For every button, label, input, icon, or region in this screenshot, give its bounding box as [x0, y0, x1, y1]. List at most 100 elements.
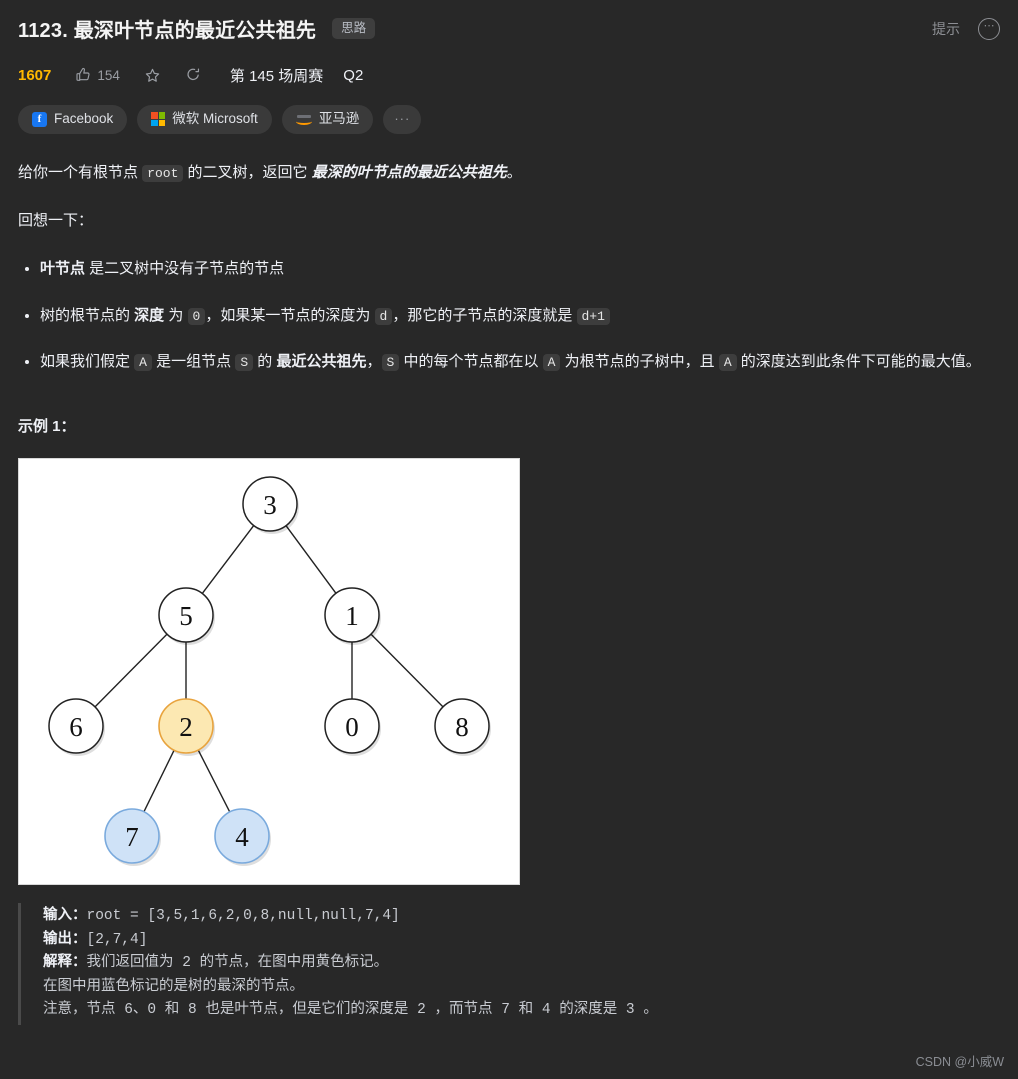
tree-node: 2 [158, 698, 215, 757]
tree-node-label: 6 [69, 712, 83, 742]
tree-node-label: 7 [125, 822, 139, 852]
example-io-block: 输入：root = [3,5,1,6,2,0,8,null,null,7,4] … [18, 903, 1000, 1025]
company-tag-label: Facebook [54, 111, 114, 126]
bullet-bold: 深度 [134, 306, 165, 324]
inline-code-s: S [235, 353, 254, 371]
like-button[interactable]: 154 [75, 67, 120, 83]
title-actions: 提示 ⋯ [932, 17, 1000, 40]
explain-line-2: 注意，节点 6、0 和 8 也是叶节点，但是它们的深度是 2 ，而节点 7 和 … [43, 1002, 658, 1019]
description-bullets: 叶节点 是二叉树中没有子节点的节点 树的根节点的 深度 为 0，如果某一节点的深… [18, 256, 1000, 375]
tree-node: 7 [104, 808, 161, 867]
inline-code-d: d [374, 307, 393, 325]
tree-node: 5 [158, 587, 215, 646]
microsoft-icon [151, 112, 166, 127]
like-count: 154 [97, 67, 120, 83]
inline-code-root: root [142, 164, 184, 182]
tree-node-label: 4 [235, 822, 249, 852]
bullet-text: ，那它的子节点的深度就是 [392, 306, 577, 324]
company-tag-label: 亚马逊 [318, 111, 360, 126]
bullet-text: ，如果某一节点的深度为 [205, 306, 375, 324]
company-tags-more-button[interactable]: ··· [383, 105, 422, 134]
bullet-text: 为 [164, 306, 188, 324]
tree-edge [143, 750, 175, 813]
tree-node: 3 [242, 476, 299, 535]
bullet-text: 的深度达到此条件下可能的最大值。 [736, 352, 981, 370]
tree-svg: 3 5 1 6 2 0 8 7 4 [48, 476, 491, 867]
share-icon [185, 67, 202, 84]
company-tag-facebook[interactable]: f Facebook [18, 105, 128, 134]
explain-label: 解释： [43, 955, 87, 972]
input-label: 输入： [43, 908, 87, 925]
tree-edge [370, 633, 444, 708]
amazon-icon [295, 112, 312, 126]
bullet-text: 如果我们假定 [40, 352, 135, 370]
facebook-icon: f [32, 111, 47, 127]
bullet-text: 中的每个节点都在以 [399, 352, 543, 370]
tree-edge [201, 525, 255, 595]
tree-node-label: 3 [263, 490, 277, 520]
title-row: 1123. 最深叶节点的最近公共祖先 思路 提示 ⋯ [18, 0, 1000, 43]
tree-node-label: 1 [345, 601, 359, 631]
inline-code-a: A [134, 353, 152, 371]
company-tag-amazon[interactable]: 亚马逊 [281, 105, 374, 134]
explain-line-0: 我们返回值为 2 的节点，在图中用黄色标记。 [86, 955, 389, 972]
bullet-text: 的 [253, 352, 277, 370]
example-input-line: 输入：root = [3,5,1,6,2,0,8,null,null,7,4] [43, 905, 1000, 928]
share-button[interactable] [185, 67, 202, 84]
star-icon [144, 67, 161, 84]
binary-tree-diagram: 3 5 1 6 2 0 8 7 4 [18, 458, 520, 886]
bullet-bold: 最近公共祖先 [276, 352, 367, 370]
bullet-text: 为根节点的子树中，且 [560, 352, 719, 370]
intro-emphasis: 最深的叶节点的最近公共祖先 [311, 163, 507, 181]
tree-edge [197, 749, 231, 813]
explain-line-1: 在图中用蓝色标记的是树的最深的节点。 [43, 978, 304, 995]
intro-mid: 的二叉树，返回它 [183, 163, 312, 181]
company-tag-label: 微软 Microsoft [172, 111, 258, 126]
problem-page: 1123. 最深叶节点的最近公共祖先 思路 提示 ⋯ 1607 154 第 14… [0, 0, 1018, 1025]
page-title: 1123. 最深叶节点的最近公共祖先 [18, 20, 317, 42]
inline-code-zero: 0 [187, 307, 206, 325]
company-tag-microsoft[interactable]: 微软 Microsoft [137, 105, 272, 134]
inline-code-d-plus-1: d+1 [576, 307, 610, 325]
tree-node-label: 2 [179, 712, 193, 742]
contest-link[interactable]: 第 145 场周赛 [230, 65, 323, 86]
bullet-lca: 如果我们假定 A 是一组节点 S 的 最近公共祖先，S 中的每个节点都在以 A … [40, 349, 1000, 375]
favorite-button[interactable] [144, 67, 161, 84]
bullet-leaf-node: 叶节点 是二叉树中没有子节点的节点 [40, 256, 1000, 282]
watermark: CSDN @小威W [915, 1055, 1004, 1069]
bullet-text: ， [366, 352, 382, 370]
example-explain-line: 在图中用蓝色标记的是树的最深的节点。 [43, 976, 1000, 999]
idea-badge[interactable]: 思路 [332, 18, 376, 39]
output-value: [2,7,4] [86, 931, 148, 948]
bullet-bold: 叶节点 [40, 260, 86, 278]
example-title: 示例 1： [18, 418, 76, 436]
inline-code-a: A [718, 353, 737, 371]
example-explain-line: 解释：我们返回值为 2 的节点，在图中用黄色标记。 [43, 952, 1000, 975]
intro-prefix: 给你一个有根节点 [18, 163, 143, 181]
bullet-depth: 树的根节点的 深度 为 0，如果某一节点的深度为 d，那它的子节点的深度就是 d… [40, 303, 1000, 329]
tree-node: 6 [48, 698, 105, 757]
tree-edge [94, 633, 168, 708]
output-label: 输出： [43, 931, 87, 948]
example-output-line: 输出：[2,7,4] [43, 929, 1000, 952]
question-label: Q2 [343, 66, 364, 84]
ellipsis-circle-icon[interactable]: ⋯ [978, 17, 1000, 40]
tree-node: 1 [324, 587, 381, 646]
example-explain-line: 注意，节点 6、0 和 8 也是叶节点，但是它们的深度是 2 ，而节点 7 和 … [43, 999, 1000, 1022]
inline-code-s: S [381, 353, 400, 371]
bullet-text: 是二叉树中没有子节点的节点 [85, 260, 285, 278]
tree-node: 4 [214, 808, 271, 867]
thumbs-up-icon [75, 67, 91, 83]
input-value: root = [3,5,1,6,2,0,8,null,null,7,4] [86, 908, 400, 925]
tree-node-label: 0 [345, 712, 359, 742]
difficulty-rating: 1607 [18, 66, 52, 84]
tree-node: 0 [324, 698, 381, 757]
company-tags-row: f Facebook 微软 Microsoft 亚马逊 ··· [18, 105, 1000, 134]
inline-code-a: A [542, 353, 561, 371]
intro-suffix: 。 [506, 163, 522, 181]
stats-row: 1607 154 第 145 场周赛 Q2 [18, 63, 1000, 87]
description-intro: 给你一个有根节点 root 的二叉树，返回它 最深的叶节点的最近公共祖先。 [18, 160, 1000, 186]
bullet-text: 是一组节点 [151, 352, 236, 370]
problem-description: 给你一个有根节点 root 的二叉树，返回它 最深的叶节点的最近公共祖先。 回想… [18, 160, 1000, 375]
hint-link[interactable]: 提示 [932, 19, 960, 39]
